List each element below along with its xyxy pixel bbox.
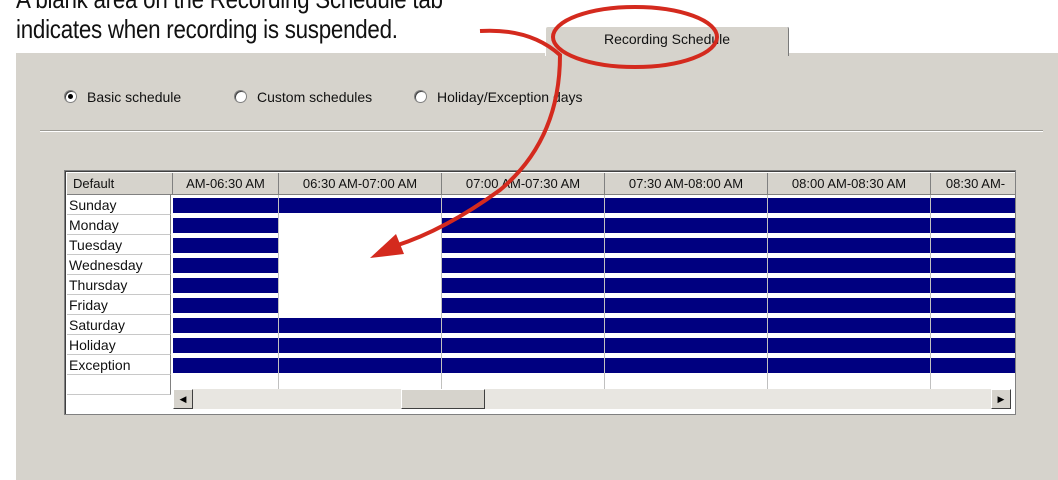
recording-cell[interactable] (768, 238, 930, 253)
radio-button-icon[interactable] (64, 90, 77, 103)
grid-corner-header: Default (67, 173, 173, 195)
recording-cell[interactable] (442, 338, 604, 353)
recording-cell[interactable] (442, 258, 604, 273)
recording-cell[interactable] (931, 238, 1015, 253)
row-label: Exception (67, 355, 171, 375)
suspended-cell[interactable] (279, 298, 441, 313)
horizontal-scrollbar[interactable]: ◀ ▶ (173, 389, 1011, 409)
recording-cell[interactable] (768, 318, 930, 333)
radio-button-icon[interactable] (234, 90, 247, 103)
row-label: Saturday (67, 315, 171, 335)
separator-line (40, 130, 1043, 132)
recording-cell[interactable] (931, 318, 1015, 333)
recording-cell[interactable] (173, 338, 278, 353)
recording-cell[interactable] (605, 338, 767, 353)
tab-recording-schedule[interactable]: Recording Schedule (545, 26, 789, 56)
row-label: Tuesday (67, 235, 171, 255)
recording-cell[interactable] (442, 198, 604, 213)
row-label: Monday (67, 215, 171, 235)
recording-cell[interactable] (442, 358, 604, 373)
recording-cell[interactable] (173, 198, 278, 213)
recording-cell[interactable] (768, 258, 930, 273)
recording-cell[interactable] (442, 318, 604, 333)
recording-cell[interactable] (279, 318, 441, 333)
schedule-grid[interactable]: Default AM-06:30 AM 06:30 AM-07:00 AM 07:0… (64, 170, 1016, 415)
recording-cell[interactable] (279, 358, 441, 373)
scrollbar-thumb[interactable] (401, 389, 485, 409)
row-label: Wednesday (67, 255, 171, 275)
recording-cell[interactable] (768, 198, 930, 213)
recording-cell[interactable] (768, 358, 930, 373)
recording-cell[interactable] (173, 218, 278, 233)
recording-cell[interactable] (173, 258, 278, 273)
recording-cell[interactable] (605, 238, 767, 253)
recording-cell[interactable] (442, 278, 604, 293)
recording-cell[interactable] (605, 318, 767, 333)
suspended-cell[interactable] (279, 218, 441, 233)
recording-cell[interactable] (931, 338, 1015, 353)
suspended-cell[interactable] (279, 278, 441, 293)
radio-label: Basic schedule (87, 89, 182, 105)
recording-cell[interactable] (605, 198, 767, 213)
recording-cell[interactable] (931, 198, 1015, 213)
recording-cell[interactable] (931, 218, 1015, 233)
recording-cell[interactable] (605, 298, 767, 313)
recording-cell[interactable] (768, 218, 930, 233)
column-header: 08:30 AM- (931, 173, 1015, 195)
annotation-line-2: indicates when recording is suspended. (16, 14, 398, 44)
recording-cell[interactable] (173, 298, 278, 313)
radio-label: Holiday/Exception days (437, 89, 583, 105)
annotation-line-1: A blank area on the Recording Schedule t… (16, 0, 443, 15)
recording-cell[interactable] (931, 298, 1015, 313)
empty-row-label (67, 375, 171, 395)
recording-cell[interactable] (605, 258, 767, 273)
radio-holiday-exception-days[interactable]: Holiday/Exception days (414, 89, 583, 105)
recording-cell[interactable] (173, 318, 278, 333)
recording-cell[interactable] (605, 358, 767, 373)
recording-cell[interactable] (605, 278, 767, 293)
recording-cell[interactable] (931, 278, 1015, 293)
column-header: AM-06:30 AM (173, 173, 279, 195)
column-header: 07:30 AM-08:00 AM (605, 173, 768, 195)
recording-cell[interactable] (931, 358, 1015, 373)
radio-custom-schedules[interactable]: Custom schedules (234, 89, 372, 105)
radio-button-icon[interactable] (414, 90, 427, 103)
recording-cell[interactable] (442, 298, 604, 313)
row-label: Thursday (67, 275, 171, 295)
scroll-right-arrow-icon[interactable]: ▶ (991, 389, 1011, 409)
recording-cell[interactable] (768, 338, 930, 353)
tab-label: Recording Schedule (603, 31, 731, 47)
suspended-cell[interactable] (279, 238, 441, 253)
row-label: Sunday (67, 195, 171, 215)
recording-cell[interactable] (173, 278, 278, 293)
recording-cell[interactable] (768, 278, 930, 293)
column-header: 06:30 AM-07:00 AM (279, 173, 442, 195)
radio-basic-schedule[interactable]: Basic schedule (64, 89, 181, 105)
recording-cell[interactable] (279, 198, 441, 213)
recording-cell[interactable] (931, 258, 1015, 273)
recording-cell[interactable] (173, 358, 278, 373)
row-label: Friday (67, 295, 171, 315)
recording-cell[interactable] (173, 238, 278, 253)
recording-cell[interactable] (279, 338, 441, 353)
recording-cell[interactable] (442, 218, 604, 233)
column-header: 08:00 AM-08:30 AM (768, 173, 931, 195)
recording-cell[interactable] (442, 238, 604, 253)
scroll-left-arrow-icon[interactable]: ◀ (173, 389, 193, 409)
suspended-cell[interactable] (279, 258, 441, 273)
column-header: 07:00 AM-07:30 AM (442, 173, 605, 195)
row-label: Holiday (67, 335, 171, 355)
radio-label: Custom schedules (257, 89, 373, 105)
recording-cell[interactable] (768, 298, 930, 313)
recording-cell[interactable] (605, 218, 767, 233)
